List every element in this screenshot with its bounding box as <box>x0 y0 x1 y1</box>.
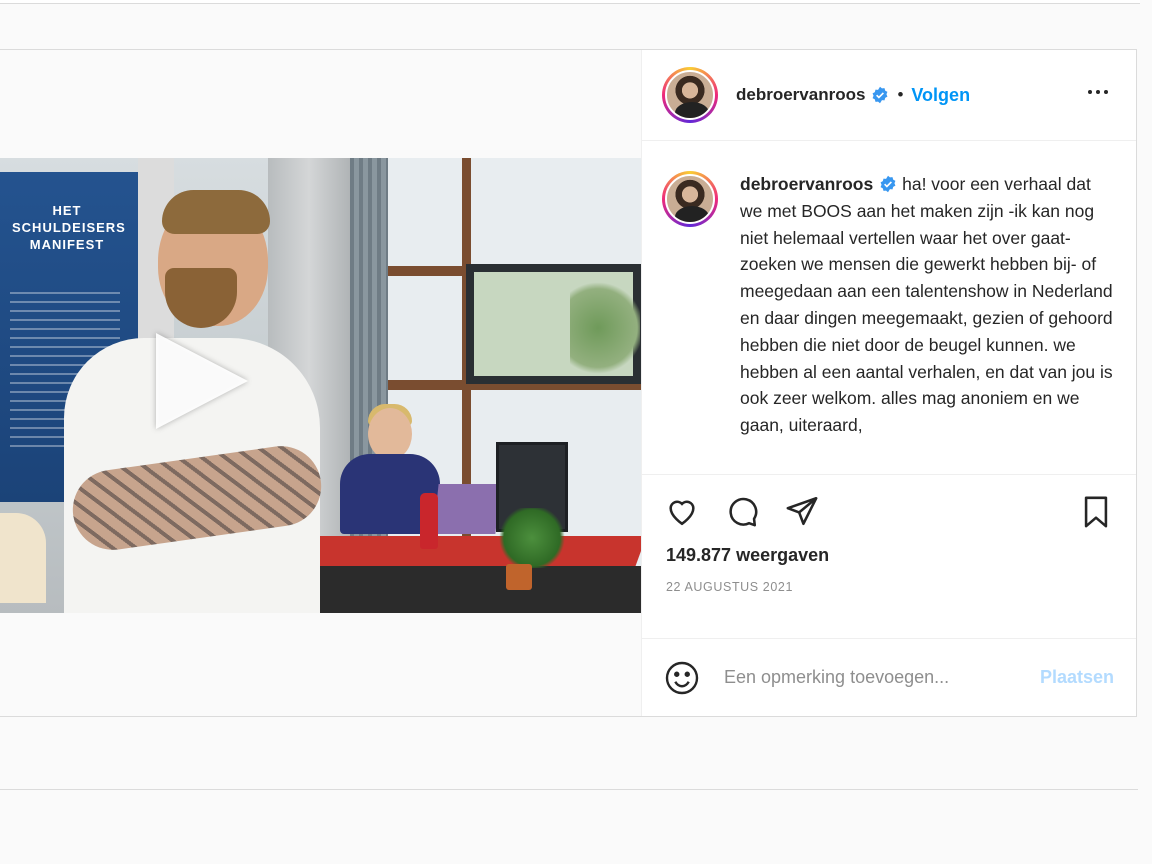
username[interactable]: debroervanroos <box>736 85 865 105</box>
top-divider <box>0 0 1140 4</box>
post-date[interactable]: 22 augustus 2021 <box>642 580 1136 594</box>
video-player[interactable]: HET SCHULDEISERS MANIFEST <box>0 158 641 613</box>
post-media: HET SCHULDEISERS MANIFEST <box>0 50 641 716</box>
emoji-icon[interactable] <box>664 660 700 696</box>
more-options-icon[interactable] <box>1088 90 1108 94</box>
post-caption: debroervanroos ha! voor een verhaal dat … <box>642 141 1136 474</box>
separator: • <box>897 85 904 104</box>
view-count[interactable]: 149.877 weergaven <box>642 545 1136 566</box>
bottom-divider <box>0 789 1138 790</box>
caption-text: debroervanroos ha! voor een verhaal dat … <box>740 171 1116 474</box>
post-header: debroervanroos • Volgen <box>642 50 1136 141</box>
action-bar <box>642 474 1136 547</box>
caption-username[interactable]: debroervanroos <box>740 174 873 194</box>
verified-badge-icon <box>880 175 896 193</box>
caption-avatar[interactable] <box>662 171 718 227</box>
play-icon[interactable] <box>156 333 248 429</box>
heart-icon[interactable] <box>664 493 700 529</box>
post-modal: HET SCHULDEISERS MANIFEST debroervanroos… <box>0 49 1137 717</box>
bookmark-icon[interactable] <box>1078 494 1114 530</box>
post-comment-button[interactable]: Plaatsen <box>1040 667 1114 688</box>
comment-input[interactable] <box>724 667 1014 688</box>
banner-text: HET SCHULDEISERS MANIFEST <box>12 203 126 252</box>
caption-body: ha! voor een verhaal dat we met BOOS aan… <box>740 174 1113 436</box>
comment-bar: Plaatsen <box>642 638 1136 716</box>
post-sidebar: debroervanroos • Volgen debroervanroos h… <box>641 50 1136 716</box>
follow-button[interactable]: Volgen <box>911 85 970 106</box>
comment-icon[interactable] <box>724 493 760 529</box>
verified-badge-icon <box>873 86 888 104</box>
avatar[interactable] <box>662 67 718 123</box>
share-icon[interactable] <box>784 493 820 529</box>
